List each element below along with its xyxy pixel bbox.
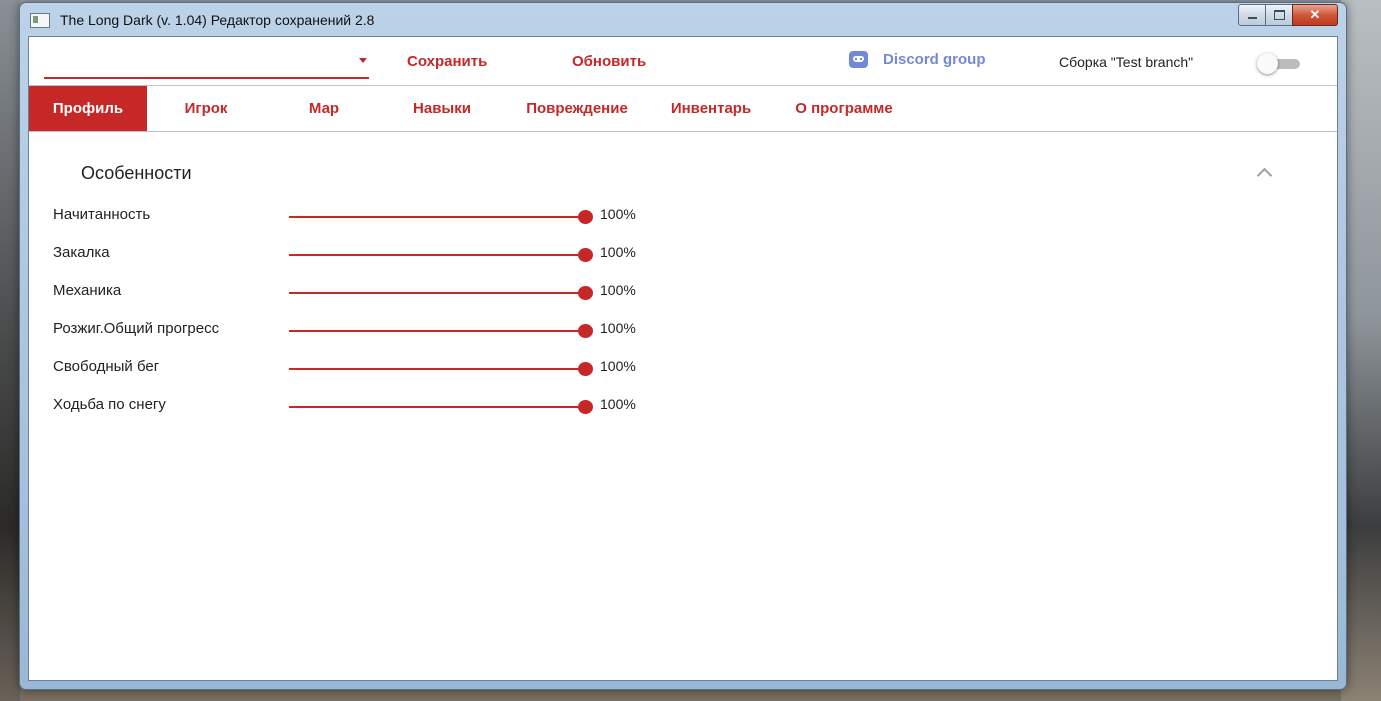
close-icon: ✕ xyxy=(1309,7,1321,22)
feature-row: Начитанность 100% xyxy=(53,196,693,234)
toolbar: Сохранить Обновить Discord group Сборка … xyxy=(29,37,1337,85)
profile-select[interactable] xyxy=(44,47,369,79)
window-title: The Long Dark (v. 1.04) Редактор сохране… xyxy=(60,12,375,28)
minimize-icon xyxy=(1247,17,1257,19)
dropdown-arrow-icon xyxy=(359,58,367,63)
feature-row: Розжиг.Общий прогресс 100% xyxy=(53,310,693,348)
desktop-background-left xyxy=(0,0,20,701)
test-branch-toggle[interactable] xyxy=(1257,53,1303,74)
slider-fill xyxy=(289,216,589,218)
desktop-background-right xyxy=(1341,0,1381,701)
close-button[interactable]: ✕ xyxy=(1292,4,1338,26)
slider-thumb[interactable] xyxy=(578,248,593,262)
toggle-thumb xyxy=(1257,53,1278,74)
section-title: Особенности xyxy=(81,163,192,183)
discord-group-link[interactable]: Discord group xyxy=(849,51,986,68)
tab-player[interactable]: Игрок xyxy=(147,86,265,131)
feature-label: Свободный бег xyxy=(53,358,160,375)
slider-fill xyxy=(289,406,589,408)
feature-label: Розжиг.Общий прогресс xyxy=(53,320,220,337)
feature-label: Механика xyxy=(53,282,122,299)
discord-group-label: Discord group xyxy=(883,51,986,68)
feature-label: Ходьба по снегу xyxy=(53,396,166,413)
feature-list: Начитанность 100% Закалка 100% Механика 100% Р… xyxy=(53,196,693,424)
feature-value: 100% xyxy=(600,320,636,336)
feature-slider[interactable] xyxy=(289,360,593,380)
client-area: Сохранить Обновить Discord group Сборка … xyxy=(28,36,1338,681)
tab-afflictions[interactable]: Повреждение xyxy=(513,86,641,131)
chevron-up-icon[interactable] xyxy=(1255,165,1275,179)
tab-bar: Профиль Игрок Мар Навыки Повреждение Инв… xyxy=(29,85,1337,132)
feature-value: 100% xyxy=(600,244,636,260)
tab-inventory[interactable]: Инвентарь xyxy=(661,86,761,131)
feature-slider[interactable] xyxy=(289,398,593,418)
feature-row: Закалка 100% xyxy=(53,234,693,272)
refresh-button[interactable]: Обновить xyxy=(572,53,646,70)
slider-fill xyxy=(289,292,589,294)
slider-thumb[interactable] xyxy=(578,362,593,376)
feature-slider[interactable] xyxy=(289,284,593,304)
slider-fill xyxy=(289,254,589,256)
tab-map[interactable]: Мар xyxy=(265,86,383,131)
feature-value: 100% xyxy=(600,206,636,222)
slider-fill xyxy=(289,330,589,332)
slider-thumb[interactable] xyxy=(578,324,593,338)
slider-fill xyxy=(289,368,589,370)
feature-slider[interactable] xyxy=(289,322,593,342)
feature-row: Механика 100% xyxy=(53,272,693,310)
tab-about[interactable]: О программе xyxy=(781,86,907,131)
discord-icon xyxy=(849,51,868,68)
save-button[interactable]: Сохранить xyxy=(407,53,487,70)
maximize-icon xyxy=(1273,10,1285,20)
slider-thumb[interactable] xyxy=(578,210,593,224)
feature-value: 100% xyxy=(600,358,636,374)
feature-row: Свободный бег 100% xyxy=(53,348,693,386)
feature-slider[interactable] xyxy=(289,246,593,266)
app-icon xyxy=(30,13,50,28)
window-controls: ✕ xyxy=(1238,4,1338,26)
tab-skills[interactable]: Навыки xyxy=(383,86,501,131)
app-window: The Long Dark (v. 1.04) Редактор сохране… xyxy=(19,2,1347,690)
minimize-button[interactable] xyxy=(1238,4,1266,26)
title-bar[interactable]: The Long Dark (v. 1.04) Редактор сохране… xyxy=(20,3,1346,37)
test-branch-label: Сборка "Test branch" xyxy=(1059,54,1194,70)
feature-value: 100% xyxy=(600,396,636,412)
slider-thumb[interactable] xyxy=(578,286,593,300)
feature-row: Ходьба по снегу 100% xyxy=(53,386,693,424)
maximize-button[interactable] xyxy=(1265,4,1293,26)
feature-label: Начитанность xyxy=(53,206,151,223)
slider-thumb[interactable] xyxy=(578,400,593,414)
feature-label: Закалка xyxy=(53,244,110,261)
feature-slider[interactable] xyxy=(289,208,593,228)
feature-value: 100% xyxy=(600,282,636,298)
tab-profile[interactable]: Профиль xyxy=(29,86,147,131)
